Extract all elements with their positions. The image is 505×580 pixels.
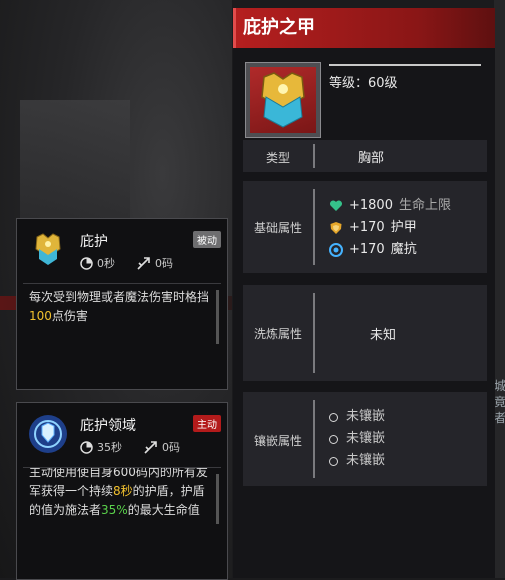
skill-card-passive[interactable]: 庇护 被动 0秒 0码 每次受到物理或者魔法伤害时格挡 100点伤害 [16, 218, 228, 390]
refine-value: 未知 [370, 328, 397, 343]
skill-meta: 35秒 0码 [80, 439, 180, 455]
socket-status: 未镶嵌 [346, 409, 386, 424]
armor-icon [250, 67, 316, 133]
skill-name: 庇护领域 [80, 418, 136, 434]
cost-value: 0码 [162, 441, 180, 454]
magic-resist-icon [329, 243, 343, 257]
equipment-panel: 庇护之甲 等级：60级 类型 胸部 基础属性 +1800 生命上限 +170 护… [233, 8, 495, 578]
range-icon [137, 256, 150, 270]
socket-status: 未镶嵌 [346, 431, 386, 446]
scrollbar[interactable] [216, 474, 219, 524]
attribute-name: 生命上限 [398, 198, 451, 213]
range: 0码 [137, 255, 173, 271]
attribute-name: 魔抗 [390, 242, 417, 257]
desc-highlight: 35% [101, 503, 128, 517]
background-right-strip [494, 0, 505, 578]
attribute-name: 护甲 [390, 220, 417, 235]
desc-text: 的最大生命值 [127, 503, 200, 517]
cooldown: 35秒 [80, 439, 122, 455]
socket-attributes-label: 镶嵌属性 [253, 434, 302, 448]
cooldown-value: 0秒 [97, 257, 115, 270]
shield-aura-skill-icon [27, 413, 69, 455]
refine-attributes-label: 洗炼属性 [253, 327, 302, 341]
attribute-list: +1800 生命上限 +170 护甲 +170 魔抗 [329, 195, 451, 261]
attribute-value: +170 [349, 220, 385, 235]
cooldown: 0秒 [80, 255, 115, 271]
socket-status: 未镶嵌 [346, 453, 386, 468]
empty-socket-icon [329, 456, 338, 466]
socket-list: 未镶嵌 未镶嵌 未镶嵌 [329, 406, 385, 472]
skill-card-active[interactable]: 庇护领域 主动 35秒 0码 主动使用使自身600码内的所有友军获得一个持续8秒… [16, 402, 228, 580]
attribute-value: +170 [349, 242, 385, 257]
cooldown-icon [80, 256, 93, 270]
skill-meta: 0秒 0码 [80, 255, 173, 271]
skill-header: 庇护领域 主动 35秒 0码 [17, 403, 227, 465]
type-row: 类型 胸部 [243, 140, 487, 172]
attribute-hp: +1800 生命上限 [329, 195, 451, 217]
socket-attributes-row: 镶嵌属性 未镶嵌 未镶嵌 未镶嵌 [243, 392, 487, 486]
item-level: 等级：60级 [329, 76, 398, 91]
skill-description: 主动使用使自身600码内的所有友军获得一个持续8秒的护盾，护盾的值为施法者35%… [23, 467, 221, 534]
type-value: 胸部 [358, 151, 385, 166]
cooldown-icon [80, 440, 93, 454]
desc-highlight: 8秒 [113, 484, 133, 498]
skill-description: 每次受到物理或者魔法伤害时格挡 100点伤害 [23, 283, 221, 350]
row-divider [313, 189, 315, 265]
desc-text: 每次受到物理或者魔法伤害时格挡 [29, 290, 210, 304]
equipment-title: 庇护之甲 [233, 8, 495, 48]
passive-badge: 被动 [193, 231, 221, 248]
skill-header: 庇护 被动 0秒 0码 [17, 219, 227, 281]
base-attributes-label: 基础属性 [253, 221, 302, 235]
row-divider [313, 144, 315, 168]
cost-value: 0码 [155, 257, 173, 270]
socket-slot[interactable]: 未镶嵌 [329, 406, 385, 428]
desc-text: 点伤害 [51, 309, 88, 323]
refine-attributes-row: 洗炼属性 未知 [243, 285, 487, 381]
equipment-icon-frame[interactable] [245, 62, 321, 138]
range: 0码 [144, 439, 180, 455]
background-side-text: 城 竟 者 [494, 379, 505, 425]
range-icon [144, 440, 157, 454]
cooldown-value: 35秒 [97, 441, 122, 454]
row-divider [313, 400, 315, 478]
attribute-magic-resist: +170 魔抗 [329, 239, 451, 261]
active-badge: 主动 [193, 415, 221, 432]
type-label: 类型 [265, 151, 290, 165]
attribute-value: +1800 [349, 198, 393, 213]
empty-socket-icon [329, 434, 338, 444]
base-attributes-row: 基础属性 +1800 生命上限 +170 护甲 +170 魔抗 [243, 181, 487, 273]
attribute-armor: +170 护甲 [329, 217, 451, 239]
desc-highlight: 100 [29, 309, 52, 323]
skill-name: 庇护 [80, 234, 108, 250]
armor-skill-icon [27, 229, 69, 271]
empty-socket-icon [329, 412, 338, 422]
heart-icon [329, 200, 343, 211]
row-divider [313, 293, 315, 373]
level-divider [329, 64, 481, 66]
scrollbar[interactable] [216, 290, 219, 344]
socket-slot[interactable]: 未镶嵌 [329, 428, 385, 450]
shield-icon [330, 222, 342, 234]
socket-slot[interactable]: 未镶嵌 [329, 450, 385, 472]
